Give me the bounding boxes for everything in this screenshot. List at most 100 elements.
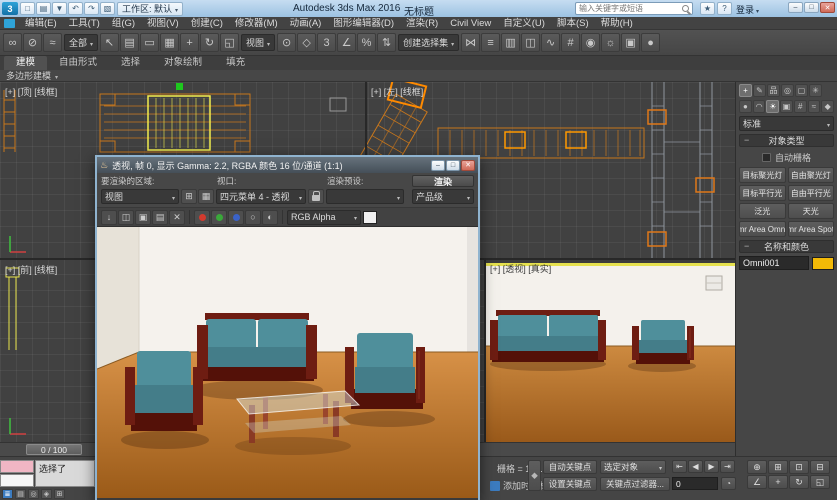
use-pivot-center-icon[interactable]: ⊙ bbox=[277, 33, 296, 52]
helpers-category-icon[interactable]: # bbox=[794, 100, 807, 113]
utilities-tab-icon[interactable]: ✳ bbox=[809, 84, 822, 97]
monochrome-icon[interactable]: ◐ bbox=[262, 210, 278, 225]
set-key-button[interactable]: 设置关键点 bbox=[543, 477, 597, 491]
key-filter-dropdown[interactable]: 选定对象 bbox=[600, 460, 666, 474]
skylight-button[interactable]: 天光 bbox=[788, 203, 835, 219]
auto-region-icon[interactable]: ▦ bbox=[198, 189, 214, 204]
sign-in-menu[interactable]: 登录 bbox=[736, 3, 759, 16]
free-direct-button[interactable]: 自由平行光 bbox=[788, 185, 835, 201]
workspace-dropdown[interactable]: 工作区: 默认 bbox=[117, 2, 183, 16]
go-to-start-icon[interactable]: ⇤ bbox=[672, 460, 687, 473]
name-color-rollout[interactable]: 名称和颜色 bbox=[739, 240, 834, 253]
zoom-extents-icon[interactable]: ⊡ bbox=[789, 460, 809, 474]
time-slider[interactable]: 0 / 100 bbox=[26, 444, 82, 455]
menu-item[interactable]: 动画(A) bbox=[284, 17, 328, 30]
menu-item[interactable]: 自定义(U) bbox=[497, 17, 551, 30]
mirror-icon[interactable]: ⋈ bbox=[461, 33, 480, 52]
menu-item[interactable]: Civil View bbox=[444, 17, 497, 30]
wireframe-left-structure[interactable] bbox=[4, 90, 15, 152]
modify-tab-icon[interactable]: ✎ bbox=[753, 84, 766, 97]
render-setup-icon[interactable]: ☼ bbox=[601, 33, 620, 52]
time-config-icon[interactable]: ◔ bbox=[721, 477, 736, 490]
hierarchy-tab-icon[interactable]: 品 bbox=[767, 84, 780, 97]
clear-image-icon[interactable]: ✕ bbox=[169, 210, 185, 225]
render-viewport-dropdown[interactable]: 四元菜单 4 - 透视 bbox=[216, 189, 306, 204]
info-center-icon[interactable]: ? bbox=[717, 2, 732, 15]
viewport-label-perspective[interactable]: [+] [透视] [真实] bbox=[490, 262, 551, 275]
schematic-view-icon[interactable]: # bbox=[561, 33, 580, 52]
perspective-viewport[interactable]: [+] [透视] [真实] bbox=[486, 260, 735, 442]
menu-item[interactable]: 图形编辑器(D) bbox=[327, 17, 400, 30]
tab-selection[interactable]: 选择 bbox=[109, 56, 152, 70]
search-input[interactable] bbox=[579, 4, 679, 13]
rendered-image[interactable] bbox=[97, 227, 478, 500]
menu-item[interactable]: 帮助(H) bbox=[595, 17, 639, 30]
wireframe-table[interactable] bbox=[100, 94, 250, 152]
fov-icon[interactable]: ∠ bbox=[747, 475, 767, 489]
omni-button[interactable]: 泛光 bbox=[739, 203, 786, 219]
select-by-name-icon[interactable]: ▤ bbox=[120, 33, 139, 52]
lights-category-icon[interactable]: ☀ bbox=[766, 100, 779, 113]
wireframe-columns[interactable] bbox=[652, 82, 712, 260]
target-spot-button[interactable]: 目标聚光灯 bbox=[739, 167, 786, 183]
edit-region-icon[interactable]: ⊞ bbox=[181, 189, 197, 204]
spacewarps-category-icon[interactable]: ≈ bbox=[808, 100, 821, 113]
render-preset-dropdown[interactable] bbox=[326, 189, 404, 204]
wireframe-truss[interactable] bbox=[438, 128, 644, 158]
save-file-icon[interactable]: ▼ bbox=[52, 2, 67, 15]
systems-category-icon[interactable]: ◆ bbox=[821, 100, 834, 113]
zoom-icon[interactable]: ⊕ bbox=[747, 460, 767, 474]
object-name-field[interactable]: Omni001 bbox=[739, 256, 809, 270]
pan-icon[interactable]: + bbox=[768, 475, 788, 489]
close-button[interactable]: ✕ bbox=[461, 160, 475, 171]
set-key-toggle-button[interactable]: ◆ bbox=[528, 460, 541, 491]
channel-display-dropdown[interactable]: RGB Alpha bbox=[287, 210, 361, 225]
object-type-rollout[interactable]: 对象类型 bbox=[739, 134, 834, 147]
selection-filter-dropdown[interactable]: 全部 bbox=[64, 34, 98, 51]
search-icon[interactable] bbox=[682, 5, 689, 12]
project-folder-icon[interactable]: ▧ bbox=[100, 2, 115, 15]
go-to-end-icon[interactable]: ⇥ bbox=[720, 460, 735, 473]
ribbon-subpanel-bar[interactable]: 多边形建模 bbox=[0, 70, 837, 82]
maxscript-mini-listener-icon[interactable]: ≣ bbox=[2, 489, 13, 499]
menu-item[interactable]: 工具(T) bbox=[63, 17, 106, 30]
search-box[interactable] bbox=[575, 2, 693, 15]
render-button[interactable]: 渲染 bbox=[412, 175, 474, 187]
viewport-label-left[interactable]: [+] [左] [线框] bbox=[371, 85, 423, 98]
menu-item[interactable]: 编辑(E) bbox=[19, 17, 63, 30]
maximize-button[interactable]: □ bbox=[804, 2, 819, 13]
menu-item[interactable]: 创建(C) bbox=[185, 17, 229, 30]
zoom-all-icon[interactable]: ⊞ bbox=[768, 460, 788, 474]
previous-frame-icon[interactable]: ◀ bbox=[688, 460, 703, 473]
tab-object-paint[interactable]: 对象绘制 bbox=[152, 56, 214, 70]
redo-icon[interactable]: ↷ bbox=[84, 2, 99, 15]
clone-window-icon[interactable]: ▣ bbox=[135, 210, 151, 225]
selected-object-wireframe[interactable] bbox=[148, 96, 210, 150]
shapes-category-icon[interactable]: ◠ bbox=[753, 100, 766, 113]
material-editor-icon[interactable]: ◉ bbox=[581, 33, 600, 52]
current-frame-field[interactable]: 0 bbox=[672, 477, 718, 490]
rectangular-selection-icon[interactable]: ▭ bbox=[140, 33, 159, 52]
minimize-button[interactable]: – bbox=[431, 160, 445, 171]
reference-coordinate-dropdown[interactable]: 视图 bbox=[241, 34, 275, 51]
favorites-icon[interactable]: ★ bbox=[700, 2, 715, 15]
target-direct-button[interactable]: 目标平行光 bbox=[739, 185, 786, 201]
menu-item[interactable]: 渲染(R) bbox=[400, 17, 444, 30]
select-and-manipulate-icon[interactable]: ◇ bbox=[297, 33, 316, 52]
viewport-label-top[interactable]: [+] [顶] [线框] bbox=[5, 85, 57, 98]
geometry-category-icon[interactable]: ● bbox=[739, 100, 752, 113]
green-channel-icon[interactable] bbox=[211, 210, 227, 225]
blue-channel-icon[interactable] bbox=[228, 210, 244, 225]
layer-manager-icon[interactable]: ▥ bbox=[501, 33, 520, 52]
transform-gizmo-handle[interactable] bbox=[176, 83, 183, 90]
unlink-selection-icon[interactable]: ⊘ bbox=[23, 33, 42, 52]
copy-image-icon[interactable]: ◫ bbox=[118, 210, 134, 225]
rendered-frame-icon[interactable]: ▣ bbox=[621, 33, 640, 52]
ribbon-toggle-icon[interactable]: ◫ bbox=[521, 33, 540, 52]
align-icon[interactable]: ≡ bbox=[481, 33, 500, 52]
maxscript-listener-field[interactable] bbox=[0, 474, 34, 487]
polygon-modeling-panel-label[interactable]: 多边形建模 bbox=[6, 69, 51, 82]
mr-area-omni-button[interactable]: mr Area Omni bbox=[739, 221, 786, 237]
zoom-extents-all-icon[interactable]: ⊟ bbox=[810, 460, 830, 474]
tab-populate[interactable]: 填充 bbox=[214, 56, 257, 70]
